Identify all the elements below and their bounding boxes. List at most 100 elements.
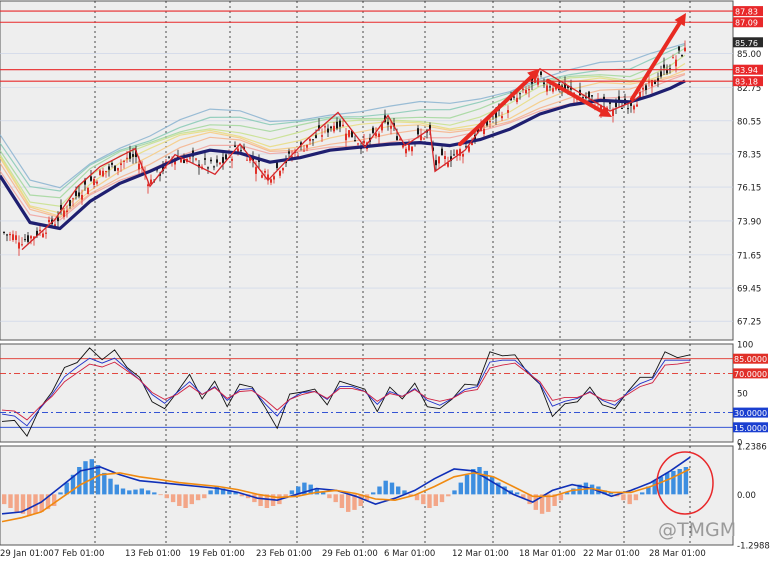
price-level-tag-label: 83.18 <box>735 78 758 87</box>
candle-body <box>204 158 206 160</box>
candle-body <box>456 150 458 155</box>
candle-body <box>219 162 221 165</box>
candle-body <box>240 150 242 152</box>
candle-body <box>615 102 617 107</box>
macd-histogram-bar <box>189 494 194 505</box>
macd-histogram-bar <box>152 492 157 495</box>
x-axis-label: 22 Mar 01:00 <box>583 549 640 559</box>
price-y-tick: 85.00 <box>737 50 761 60</box>
candle-body <box>633 105 635 110</box>
candle-body <box>417 128 419 135</box>
macd-histogram-bar <box>433 494 438 506</box>
macd-histogram-bar <box>333 494 338 503</box>
candle-body <box>345 133 347 141</box>
candle-body <box>378 133 380 137</box>
price-level-tag-label: 87.09 <box>735 19 758 28</box>
candle-body <box>516 97 518 103</box>
price-y-tick: 67.25 <box>737 318 761 328</box>
macd-histogram-bar <box>258 494 263 506</box>
macd-histogram-bar <box>120 488 126 495</box>
candle-body <box>66 210 68 213</box>
candle-body <box>312 139 314 141</box>
candle-body <box>195 158 197 160</box>
macd-histogram-bar <box>8 494 13 508</box>
macd-histogram-bar <box>464 474 470 495</box>
candle-body <box>90 176 92 181</box>
candle-body <box>309 138 311 142</box>
candle-body <box>546 85 548 92</box>
candle-body <box>129 152 131 159</box>
macd-histogram-bar <box>83 461 88 495</box>
candle-body <box>207 167 209 169</box>
macd-histogram-bar <box>183 494 188 508</box>
candle-body <box>660 71 662 77</box>
candle-body <box>321 135 323 137</box>
macd-histogram-bar <box>458 482 463 495</box>
macd-histogram-bar <box>652 480 657 495</box>
candle-body <box>519 93 521 95</box>
candle-body <box>672 57 674 59</box>
macd-y-tick: 1.2386 <box>737 443 767 453</box>
candle-body <box>12 234 14 241</box>
candle-body <box>411 146 413 152</box>
macd-histogram-bar <box>327 494 332 499</box>
candle-body <box>213 166 215 168</box>
candle-body <box>108 166 110 170</box>
macd-histogram-bar <box>208 490 213 495</box>
panels <box>0 0 734 546</box>
candle-body <box>111 162 113 165</box>
candle-body <box>93 178 95 185</box>
candle-body <box>24 239 26 241</box>
candle-body <box>588 91 590 98</box>
candle-body <box>357 143 359 145</box>
candle-body <box>390 125 392 129</box>
macd-histogram-bar <box>396 486 401 495</box>
macd-histogram-bar <box>95 465 101 495</box>
candle-body <box>387 121 389 125</box>
macd-histogram-bar <box>665 472 670 495</box>
candle-body <box>39 229 41 232</box>
candle-body <box>468 146 470 152</box>
candle-body <box>216 159 218 163</box>
macd-histogram-bar <box>27 494 32 516</box>
candle-body <box>438 156 440 164</box>
macd-histogram-bar <box>627 494 632 505</box>
osc-y-tick: 50 <box>737 390 748 400</box>
candle-body <box>264 170 266 173</box>
macd-histogram-bar <box>202 494 207 499</box>
price-level-tag-label: 83.94 <box>735 66 758 75</box>
candle-body <box>69 199 71 207</box>
candle-body <box>528 89 530 91</box>
macd-histogram-bar <box>346 494 351 512</box>
candle-body <box>138 163 140 170</box>
macd-histogram-bar <box>383 480 388 495</box>
candle-body <box>27 235 29 242</box>
x-axis-label: 12 Mar 01:00 <box>452 549 509 559</box>
macd-histogram-bar <box>371 492 376 495</box>
x-axis-label: 29 Jan 01:00 <box>0 549 54 559</box>
candle-body <box>288 151 290 154</box>
x-axis-label: 29 Feb 01:00 <box>322 549 378 559</box>
candle-body <box>276 162 278 169</box>
x-axis-label: 19 Feb 01:00 <box>189 549 245 559</box>
price-y-tick: 71.65 <box>737 251 761 261</box>
chart-root: 85.00 82.75 80.55 78.35 76.15 73.90 71.65 69.45… <box>0 0 770 565</box>
candle-body <box>333 125 335 132</box>
candle-body <box>48 219 50 223</box>
candle-body <box>105 170 107 173</box>
candle-body <box>441 148 443 156</box>
macd-histogram-bar <box>439 494 445 503</box>
candle-body <box>75 190 77 196</box>
candle-body <box>87 187 89 195</box>
x-axis-label: 6 Mar 01:00 <box>384 549 435 559</box>
candle-body <box>348 130 350 137</box>
candle-body <box>120 163 122 166</box>
candle-body <box>225 154 227 160</box>
candle-body <box>255 167 257 174</box>
candle-body <box>222 157 224 163</box>
macd-histogram-bar <box>658 476 664 495</box>
macd-histogram-bar <box>170 494 176 503</box>
macd-histogram-bar <box>452 490 457 495</box>
x-axis-label: 28 Mar 01:00 <box>649 549 706 559</box>
macd-histogram-bar <box>164 494 169 499</box>
